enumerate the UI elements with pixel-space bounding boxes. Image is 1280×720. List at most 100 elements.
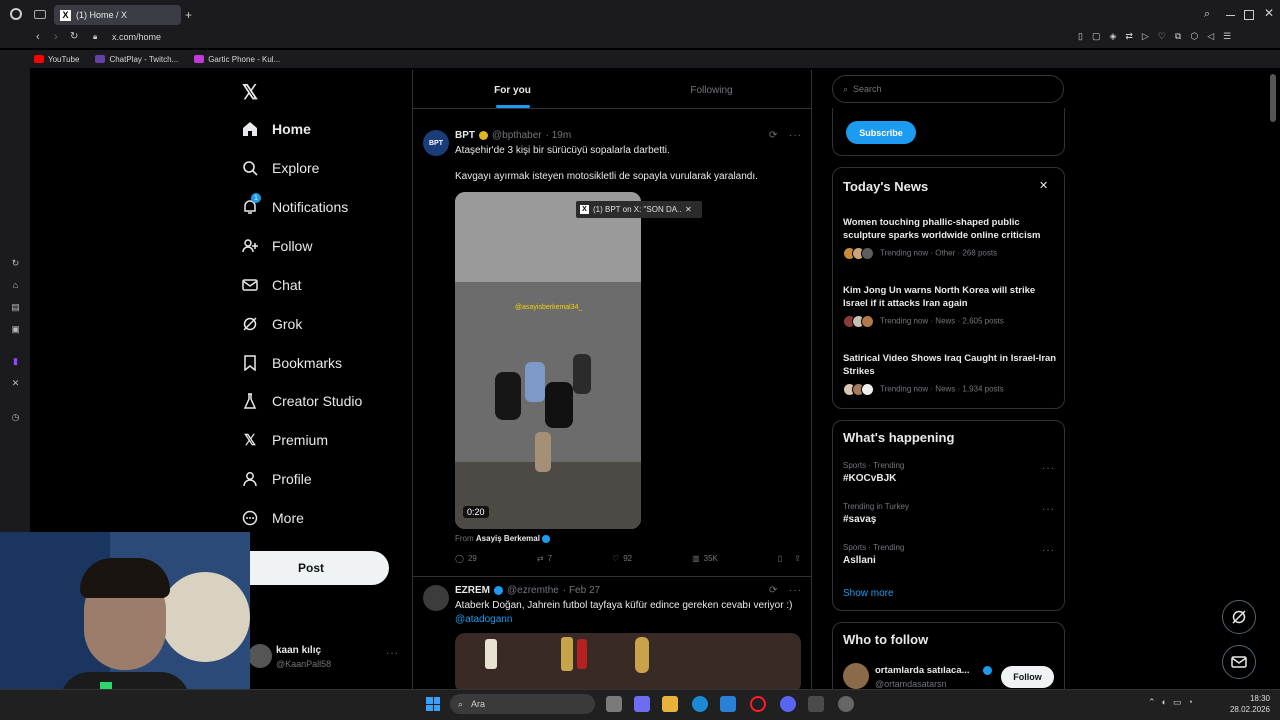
search-tabs-icon[interactable]: ⌕ — [1204, 8, 1210, 21]
bookmark-youtube[interactable]: YouTube — [34, 55, 79, 64]
reload-icon[interactable]: ↻ — [70, 31, 78, 42]
taskbar-clock[interactable]: 18:30 28.02.2026 — [1228, 693, 1270, 715]
twitch-icon[interactable]: ▮ — [10, 356, 21, 367]
grok-fab[interactable] — [1222, 600, 1256, 634]
avatar[interactable] — [843, 663, 869, 689]
aria-icon[interactable]: ⌂ — [10, 280, 21, 291]
grok-explain-icon[interactable]: ⟳ — [769, 585, 777, 596]
trend-more-icon[interactable]: ··· — [1042, 463, 1055, 474]
news-item[interactable]: Kim Jong Un warns North Korea will strik… — [843, 284, 1057, 328]
clock-icon[interactable]: ◷ — [10, 412, 21, 423]
bookmark-chatplay[interactable]: ChatPlay - Twitch... — [95, 55, 178, 64]
suggested-user-name[interactable]: ortamlarda satılaca... — [875, 665, 970, 676]
nav-explore[interactable]: Explore — [242, 155, 319, 181]
tweet-author-handle[interactable]: @ezremthe — [507, 585, 559, 596]
post-button[interactable]: Post — [233, 551, 389, 585]
nav-more[interactable]: More — [242, 505, 304, 531]
opera-taskbar-icon[interactable] — [750, 696, 766, 712]
nav-chat[interactable]: Chat — [242, 272, 302, 298]
reply-button[interactable]: ◯ 29 — [455, 554, 477, 563]
views-button[interactable]: ▥ 35K — [692, 554, 718, 563]
scrollbar-thumb[interactable] — [1270, 74, 1276, 122]
tweet-time[interactable]: · Feb 27 — [563, 585, 600, 596]
new-tab-icon[interactable]: + — [185, 8, 192, 22]
edge-icon[interactable] — [692, 696, 708, 712]
tweet-text-line1: Ataşehir'de 3 kişi bir sürücüyü sopalarl… — [455, 145, 670, 156]
tweet-image[interactable] — [455, 633, 801, 689]
follow-button[interactable]: Follow — [1001, 666, 1054, 688]
messenger-icon[interactable]: ▣ — [10, 324, 21, 335]
maximize-icon[interactable] — [1244, 10, 1254, 20]
like-button[interactable]: ♡ 92 — [612, 554, 632, 563]
store-icon[interactable] — [720, 696, 736, 712]
opera-logo-icon[interactable] — [10, 8, 22, 20]
tweet-author-handle[interactable]: @bpthaber — [492, 130, 542, 141]
trend-more-icon[interactable]: ··· — [1042, 504, 1055, 515]
close-icon[interactable]: ✕ — [1039, 179, 1048, 192]
trend-item[interactable]: Trending in Turkey #savaş ··· — [843, 502, 1055, 525]
tab-following[interactable]: Following — [612, 72, 811, 108]
subscribe-button[interactable]: Subscribe — [846, 121, 916, 144]
forward-icon[interactable]: › — [54, 31, 58, 43]
news-item[interactable]: Women touching phallic-shaped public scu… — [843, 216, 1057, 260]
nav-follow[interactable]: Follow — [242, 233, 312, 259]
tab-switcher-icon[interactable] — [34, 10, 46, 19]
show-more-link[interactable]: Show more — [843, 588, 894, 599]
trend-item[interactable]: Sports · Trending #KOCvBJK ··· — [843, 461, 1055, 484]
tweet-more-icon[interactable]: ··· — [789, 585, 802, 596]
app-icon[interactable] — [838, 696, 854, 712]
nav-creator-studio[interactable]: Creator Studio — [242, 388, 362, 414]
wallet-icon[interactable]: ▤ — [10, 302, 21, 313]
tweet-time[interactable]: · 19m — [546, 130, 572, 141]
system-tray-icons[interactable]: ⌃◐▭◔ — [1148, 697, 1199, 708]
taskbar-search[interactable]: ⌕ Ara — [450, 694, 595, 714]
x-sidebar-icon[interactable]: ✕ — [10, 378, 21, 389]
avatar[interactable] — [423, 585, 449, 611]
minimize-icon[interactable] — [1226, 15, 1235, 16]
back-icon[interactable]: ‹ — [36, 31, 40, 43]
close-window-icon[interactable]: ✕ — [1264, 6, 1274, 20]
bookmark-gartic-phone[interactable]: Gartic Phone - Kul... — [194, 55, 280, 64]
tweet-video[interactable]: @asayisberkemal34_ 0:20 — [455, 192, 641, 529]
nav-premium[interactable]: 𝕏 Premium — [242, 427, 328, 453]
nav-notifications[interactable]: 1 Notifications — [242, 193, 348, 220]
search-input[interactable]: ⌕ Search — [832, 75, 1064, 103]
trend-more-icon[interactable]: ··· — [1042, 545, 1055, 556]
tweet-author-name[interactable]: EZREM — [455, 585, 490, 596]
task-view-icon[interactable] — [606, 696, 622, 712]
account-switcher[interactable]: kaan kılıç @KaanPall58 ··· — [248, 644, 408, 676]
nav-bookmarks[interactable]: Bookmarks — [242, 350, 342, 376]
source-name[interactable]: Asayiş Berkemal — [476, 534, 540, 543]
x-logo-icon[interactable]: 𝕏 — [242, 80, 258, 105]
steam-icon[interactable] — [808, 696, 824, 712]
nav-profile[interactable]: Profile — [242, 466, 312, 492]
tweet-author-name[interactable]: BPT — [455, 130, 475, 141]
close-icon[interactable]: ✕ — [685, 205, 692, 214]
tweet-ezrem[interactable]: EZREM @ezremthe · Feb 27 ⟳ ··· Ataberk D… — [413, 577, 811, 689]
trend-item[interactable]: Sports · Trending Asllani ··· — [843, 543, 1055, 566]
grok-explain-icon[interactable]: ⟳ — [769, 130, 777, 141]
file-explorer-icon[interactable] — [662, 696, 678, 712]
nav-grok[interactable]: Grok — [242, 311, 302, 337]
avatar[interactable]: BPT — [423, 130, 449, 156]
bookmark-icon[interactable]: ▯ — [778, 554, 782, 563]
tweet-bpt[interactable]: BPT BPT @bpthaber · 19m ⟳ ··· Ataşehir'd… — [413, 122, 811, 577]
share-icon[interactable]: ⇪ — [794, 554, 801, 563]
windows-start-icon[interactable] — [426, 697, 440, 711]
repost-button[interactable]: ⇄ 7 — [537, 554, 552, 563]
nav-home[interactable]: Home — [242, 116, 311, 142]
messages-fab[interactable] — [1222, 645, 1256, 679]
tweet-mention[interactable]: @atadogann — [455, 613, 512, 627]
home-icon — [242, 121, 258, 137]
suggested-user-handle[interactable]: @ortamdasatarsn — [875, 679, 947, 689]
whats-happening-title: What's happening — [843, 430, 955, 445]
tab-for-you[interactable]: For you — [413, 72, 612, 108]
url-field[interactable]: x.com/home — [112, 32, 161, 42]
discord-icon[interactable] — [780, 696, 796, 712]
browser-tab-home[interactable]: X (1) Home / X — [54, 5, 181, 25]
news-item[interactable]: Satirical Video Shows Iraq Caught in Isr… — [843, 352, 1057, 396]
tweet-more-icon[interactable]: ··· — [789, 130, 802, 141]
history-icon[interactable]: ↻ — [10, 258, 21, 269]
copilot-icon[interactable] — [634, 696, 650, 712]
extension-icons[interactable]: ▯▢◈⇄▷♡⧉⬡◁☰ — [1078, 31, 1240, 42]
